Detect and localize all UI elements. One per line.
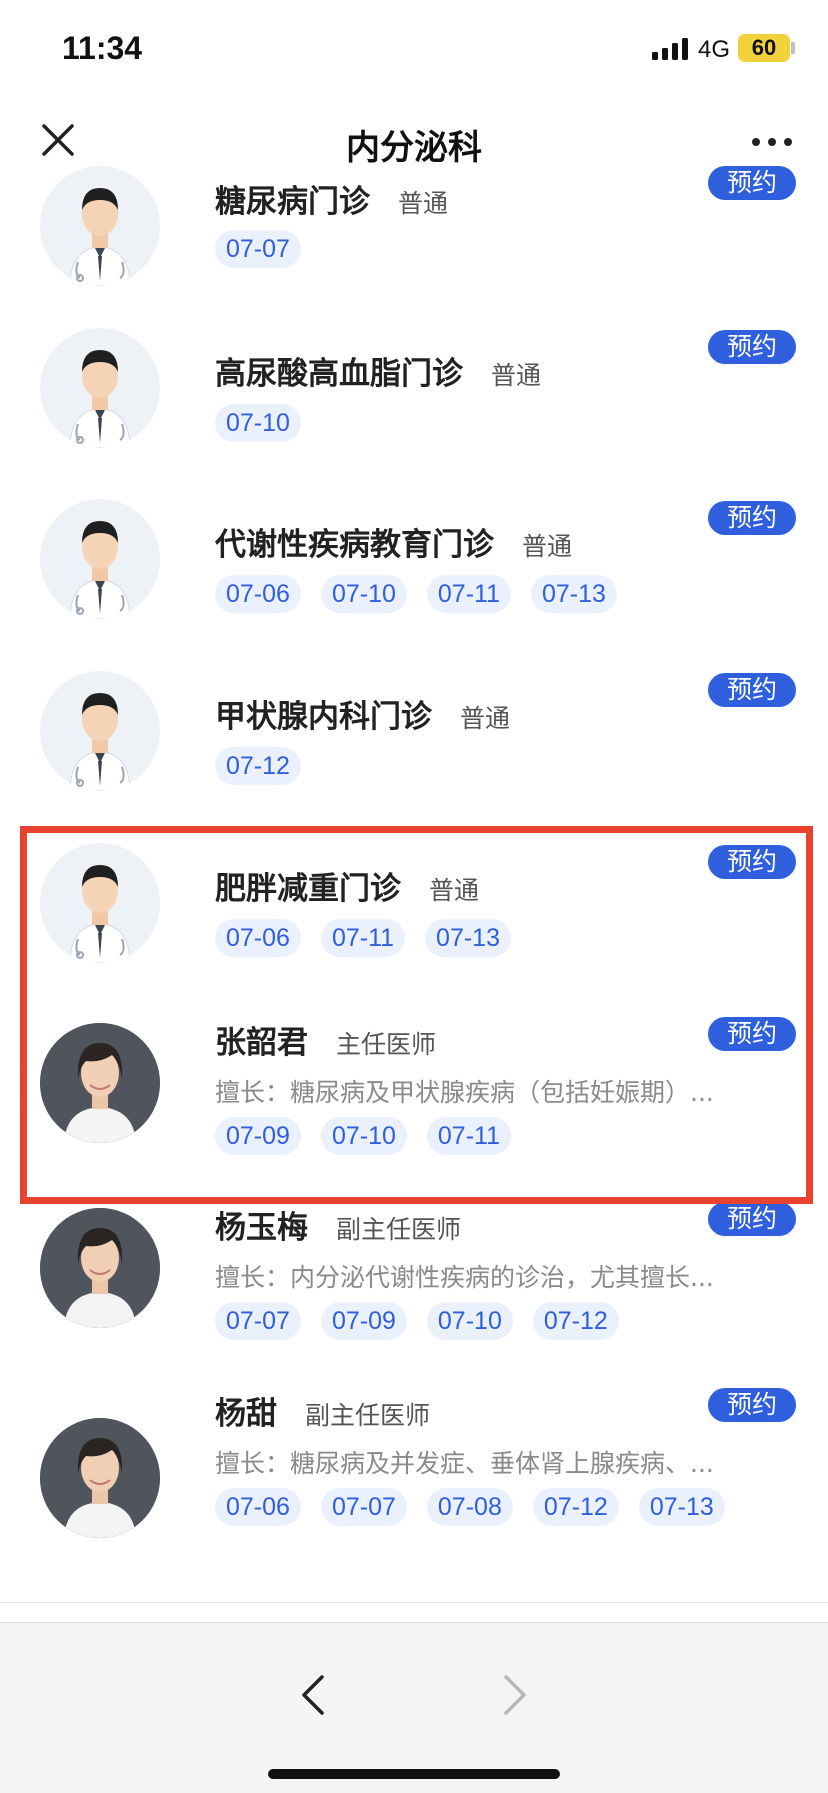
book-button[interactable]: 预约	[708, 501, 796, 535]
name-row: 糖尿病门诊 普通	[215, 176, 448, 221]
doctor-photo-avatar	[40, 1418, 160, 1538]
date-chip[interactable]: 07-12	[215, 747, 301, 785]
status-time: 11:34	[62, 30, 143, 66]
date-chip[interactable]: 07-08	[426, 1488, 513, 1526]
date-chips: 07-07 07-09 07-10 07-12	[215, 1302, 815, 1354]
item-name: 甲状腺内科门诊	[215, 699, 432, 735]
doctor-placeholder-avatar	[40, 499, 160, 619]
list-item[interactable]: 杨玉梅 副主任医师 预约 擅长：内分泌代谢性疾病的诊治，尤其擅长... 07-07 07-…	[0, 1180, 828, 1367]
item-type: 普通	[522, 532, 573, 561]
page-title: 内分泌科	[346, 128, 482, 168]
name-row: 张韶君 主任医师	[215, 1017, 436, 1062]
date-chips: 07-06 07-10 07-11 07-13	[215, 575, 815, 627]
back-arrow-icon[interactable]	[298, 1673, 328, 1717]
date-chip[interactable]: 07-06	[215, 575, 301, 613]
date-chips: 07-12	[215, 747, 815, 799]
date-chip[interactable]: 07-12	[532, 1302, 619, 1340]
date-chip[interactable]: 07-13	[531, 575, 617, 613]
date-chip[interactable]: 07-10	[426, 1302, 513, 1340]
item-type: 副主任医师	[336, 1215, 462, 1244]
date-chip[interactable]: 07-13	[425, 919, 511, 957]
list-item[interactable]: 代谢性疾病教育门诊 普通 预约 07-06 07-10 07-11 07-13	[0, 479, 828, 652]
book-button[interactable]: 预约	[708, 1017, 796, 1051]
book-button[interactable]: 预约	[708, 1202, 796, 1236]
date-chip[interactable]: 07-10	[320, 1117, 407, 1155]
bottom-toolbar	[0, 1622, 828, 1793]
date-chip[interactable]: 07-10	[320, 575, 407, 613]
doctor-photo-avatar	[40, 1023, 160, 1143]
date-chip[interactable]: 07-07	[320, 1488, 407, 1526]
date-chip[interactable]: 07-12	[532, 1488, 619, 1526]
date-chip[interactable]: 07-11	[426, 1117, 511, 1155]
item-type: 普通	[398, 189, 449, 218]
name-row: 甲状腺内科门诊 普通	[215, 691, 510, 736]
item-type: 副主任医师	[305, 1401, 431, 1430]
date-chip[interactable]: 07-07	[215, 230, 301, 268]
list-item[interactable]: 杨甜 副主任医师 预约 擅长：糖尿病及并发症、垂体肾上腺疾病、... 07-06 07-0…	[0, 1366, 828, 1603]
name-row: 高尿酸高血脂门诊 普通	[215, 348, 541, 393]
network-type: 4G	[698, 36, 731, 63]
more-options-icon[interactable]	[748, 130, 796, 154]
item-type: 普通	[460, 704, 511, 733]
date-chip[interactable]: 07-11	[426, 575, 511, 613]
item-name: 高尿酸高血脂门诊	[215, 356, 463, 392]
home-indicator	[268, 1769, 560, 1779]
name-row: 肥胖减重门诊 普通	[215, 863, 479, 908]
item-name: 杨玉梅	[215, 1210, 308, 1246]
name-row: 杨甜 副主任医师	[215, 1388, 430, 1433]
item-type: 普通	[429, 876, 480, 905]
specialty-text: 擅长：糖尿病及甲状腺疾病（包括妊娠期）...	[215, 1078, 714, 1107]
name-row: 代谢性疾病教育门诊 普通	[215, 519, 572, 564]
date-chip[interactable]: 07-09	[320, 1302, 407, 1340]
item-name: 糖尿病门诊	[215, 184, 370, 220]
specialty-text: 擅长：内分泌代谢性疾病的诊治，尤其擅长...	[215, 1263, 714, 1292]
doctor-placeholder-avatar	[40, 166, 160, 286]
item-name: 肥胖减重门诊	[215, 871, 401, 907]
doctor-placeholder-avatar	[40, 843, 160, 963]
date-chips: 07-10	[215, 404, 815, 456]
specialty-text: 擅长：糖尿病及并发症、垂体肾上腺疾病、...	[215, 1449, 714, 1478]
date-chips: 07-06 07-11 07-13	[215, 919, 815, 971]
book-button[interactable]: 预约	[708, 166, 796, 200]
cellular-signal-icon	[652, 38, 688, 60]
date-chip[interactable]: 07-13	[638, 1488, 725, 1526]
date-chip[interactable]: 07-06	[215, 1488, 301, 1526]
item-name: 张韶君	[215, 1025, 308, 1061]
status-bar: 11:34 4G 60	[0, 0, 828, 100]
date-chip[interactable]: 07-06	[215, 919, 301, 957]
list-item[interactable]: 甲状腺内科门诊 普通 预约 07-12	[0, 651, 828, 824]
date-chips: 07-09 07-10 07-11	[215, 1117, 815, 1169]
list-item[interactable]: 张韶君 主任医师 预约擅长：糖尿病及甲状腺疾病（包括妊娠期）... 07-09 07-1…	[0, 995, 828, 1181]
battery-icon: 60	[738, 34, 790, 62]
item-name: 代谢性疾病教育门诊	[215, 527, 494, 563]
name-row: 杨玉梅 副主任医师	[215, 1202, 461, 1247]
date-chip[interactable]: 07-11	[320, 919, 406, 957]
list-item[interactable]: 糖尿病门诊 普通 预约 07-07	[0, 166, 828, 309]
date-chip[interactable]: 07-10	[215, 404, 301, 442]
book-button[interactable]: 预约	[708, 1388, 796, 1422]
doctor-photo-avatar	[40, 1208, 160, 1328]
date-chips: 07-07	[215, 230, 815, 282]
book-button[interactable]: 预约	[708, 673, 796, 707]
book-button[interactable]: 预约	[708, 845, 796, 879]
doctor-placeholder-avatar	[40, 328, 160, 448]
date-chip[interactable]: 07-09	[215, 1117, 301, 1155]
doctor-placeholder-avatar	[40, 671, 160, 791]
date-chips: 07-06 07-07 07-08 07-12 07-13	[215, 1488, 815, 1540]
item-type: 主任医师	[336, 1030, 437, 1059]
forward-arrow-icon[interactable]	[500, 1673, 530, 1717]
date-chip[interactable]: 07-07	[215, 1302, 301, 1340]
item-name: 杨甜	[215, 1396, 277, 1432]
battery-cap	[791, 42, 795, 54]
book-button[interactable]: 预约	[708, 330, 796, 364]
list-item[interactable]: 高尿酸高血脂门诊 普通 预约 07-10	[0, 308, 828, 480]
item-type: 普通	[491, 361, 542, 390]
list-item[interactable]: 肥胖减重门诊 普通 预约 07-06 07-11 07-13	[0, 823, 828, 996]
